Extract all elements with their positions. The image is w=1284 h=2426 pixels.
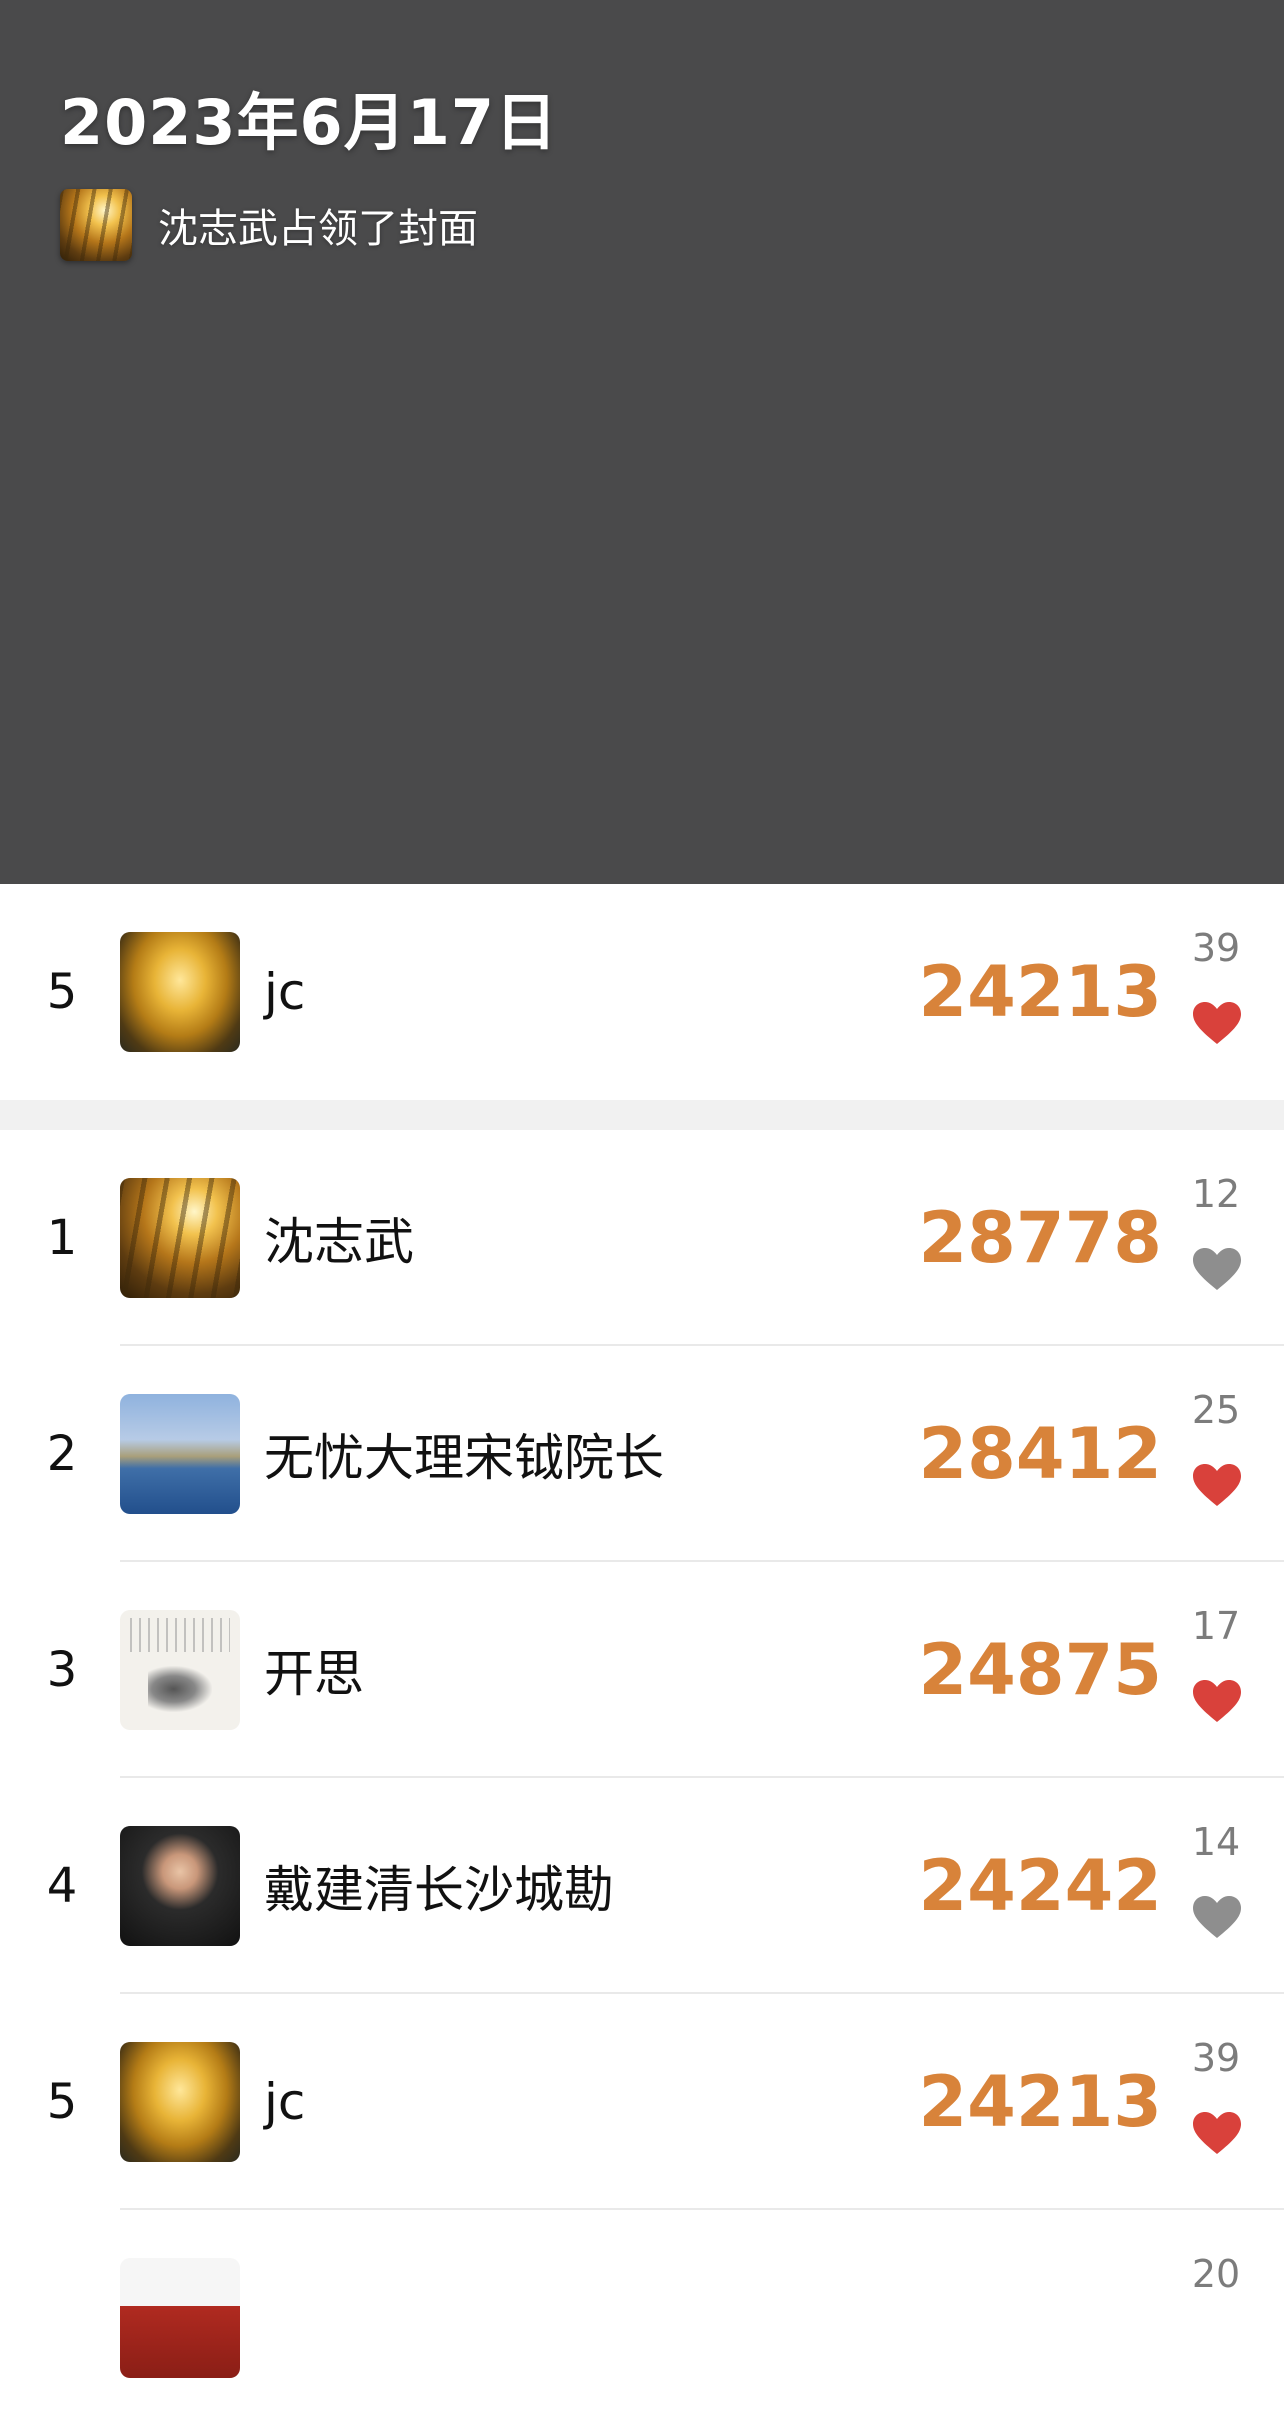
- like-count: 12: [1191, 1172, 1241, 1216]
- like-count: 17: [1191, 1604, 1241, 1648]
- heart-icon[interactable]: [1191, 2110, 1243, 2156]
- like-count: 20: [1191, 2252, 1241, 2296]
- avatar[interactable]: [120, 1610, 240, 1730]
- my-ranking-row[interactable]: 5 jc 24213 39: [0, 884, 1284, 1100]
- like-count: 25: [1191, 1388, 1241, 1432]
- step-count: 24875: [918, 1629, 1162, 1711]
- rank-number: [44, 2210, 80, 2426]
- rank-number: 2: [46, 1426, 78, 1482]
- section-divider: [0, 1100, 1284, 1130]
- avatar[interactable]: [120, 2042, 240, 2162]
- rank-number: 3: [46, 1642, 78, 1698]
- heart-icon[interactable]: [1191, 1462, 1243, 1508]
- ranking-row[interactable]: 20: [0, 2210, 1284, 2426]
- like-count: 14: [1191, 1820, 1241, 1864]
- cover-owner-text: 沈志武占领了封面: [158, 206, 478, 252]
- heart-icon[interactable]: [1191, 1894, 1243, 1940]
- cover-owner-avatar[interactable]: [60, 189, 132, 261]
- ranking-row[interactable]: 4 戴建清长沙城勘 24242 14: [0, 1778, 1284, 1994]
- user-name: jc: [264, 2073, 306, 2131]
- ranking-row[interactable]: 5 jc 24213 39: [0, 1994, 1284, 2210]
- rank-number: 5: [46, 2074, 78, 2130]
- heart-icon[interactable]: [1191, 1000, 1243, 1046]
- user-name: 开思: [264, 1645, 364, 1703]
- heart-icon[interactable]: [1191, 1246, 1243, 1292]
- step-count: 28412: [918, 1413, 1162, 1495]
- avatar[interactable]: [120, 1178, 240, 1298]
- cover-owner[interactable]: 沈志武占领了封面: [60, 188, 478, 262]
- cover-header[interactable]: 2023年6月17日 沈志武占领了封面: [0, 0, 1284, 884]
- ranking-row[interactable]: 2 无忧大理宋钺院长 28412 25: [0, 1346, 1284, 1562]
- user-name: 无忧大理宋钺院长: [264, 1429, 664, 1487]
- step-count: 24213: [918, 2061, 1162, 2143]
- avatar[interactable]: [120, 1394, 240, 1514]
- step-count: 24242: [918, 1845, 1162, 1927]
- avatar[interactable]: [120, 1826, 240, 1946]
- avatar[interactable]: [120, 932, 240, 1052]
- heart-icon[interactable]: [1191, 1678, 1243, 1724]
- rank-number: 4: [46, 1858, 78, 1914]
- step-count: 28778: [918, 1197, 1162, 1279]
- ranking-row[interactable]: 1 沈志武 28778 12: [0, 1130, 1284, 1346]
- rank-number: 5: [46, 964, 78, 1020]
- avatar[interactable]: [120, 2258, 240, 2378]
- rank-number: 1: [46, 1210, 78, 1266]
- ranking-row[interactable]: 3 开思 24875 17: [0, 1562, 1284, 1778]
- ranking-list: 1 沈志武 28778 12 2 无忧大理宋钺院长 28412 25 3 开思 …: [0, 1130, 1284, 2426]
- cover-date: 2023年6月17日: [60, 86, 558, 159]
- user-name: jc: [264, 963, 306, 1021]
- user-name: 沈志武: [264, 1213, 414, 1271]
- user-name: 戴建清长沙城勘: [264, 1861, 614, 1919]
- like-count: 39: [1191, 2036, 1241, 2080]
- step-count: 24213: [918, 951, 1162, 1033]
- like-count: 39: [1191, 926, 1241, 970]
